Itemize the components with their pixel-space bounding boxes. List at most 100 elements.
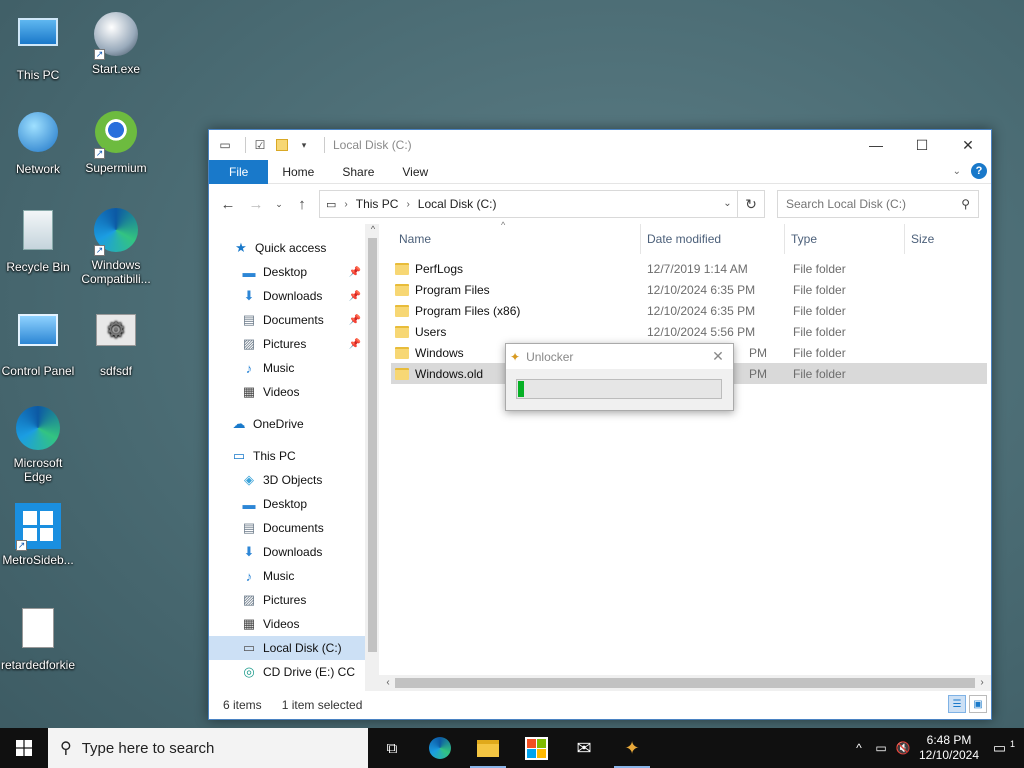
network-icon	[14, 112, 62, 160]
tab-view[interactable]: View	[388, 160, 442, 184]
nav-item-3d-objects[interactable]: ◈ 3D Objects	[209, 468, 365, 492]
refresh-icon[interactable]: ↻	[738, 196, 764, 213]
scroll-up-icon[interactable]: ^	[366, 224, 380, 234]
address-bar[interactable]: ▭ › This PC › Local Disk (C:) ⌄ ↻	[319, 190, 765, 218]
nav-item-downloads[interactable]: ⬇ Downloads	[209, 540, 365, 564]
desktop-icon-retardedforkie[interactable]: retardedforkie	[0, 604, 76, 672]
close-button[interactable]: ✕	[945, 130, 991, 160]
scroll-left-icon[interactable]: ‹	[381, 675, 395, 691]
column-date-modified[interactable]: Date modified	[641, 224, 785, 254]
pin-icon[interactable]: 📌	[349, 267, 361, 278]
title-bar[interactable]: ▭ ☑ ▾ Local Disk (C:) — ☐ ✕	[209, 130, 991, 160]
horizontal-scrollbar[interactable]: ‹ ›	[379, 675, 991, 691]
search-input[interactable]	[786, 197, 962, 211]
tab-home[interactable]: Home	[268, 160, 328, 184]
forward-button[interactable]: →	[245, 193, 267, 215]
task-view-button[interactable]: ⧉	[368, 728, 416, 768]
desktop-icon-sdfsdf[interactable]: ⚙ sdfsdf	[78, 306, 154, 378]
shortcut-arrow-icon: ↗	[94, 245, 105, 256]
nav-item-desktop[interactable]: ▬ Desktop 📌	[209, 260, 365, 284]
nav-item-documents[interactable]: ▤ Documents 📌	[209, 308, 365, 332]
file-explorer-taskbar-button[interactable]	[464, 728, 512, 768]
nav-item-downloads[interactable]: ⬇ Downloads 📌	[209, 284, 365, 308]
store-taskbar-button[interactable]	[512, 728, 560, 768]
file-name: Windows	[415, 345, 464, 360]
tab-file[interactable]: File	[209, 159, 269, 184]
nav-quick-access[interactable]: ★ Quick access	[209, 236, 365, 260]
desktop-icon: ▬	[242, 496, 256, 512]
desktop-icon-windows-compatibili[interactable]: ↗ Windows Compatibili...	[78, 206, 154, 286]
column-size[interactable]: Size	[905, 224, 985, 254]
music-icon: ♪	[245, 360, 253, 376]
desktop-icon-recycle-bin[interactable]: Recycle Bin	[0, 206, 76, 274]
nav-item-desktop[interactable]: ▬ Desktop	[209, 492, 365, 516]
desktop-icon-control-panel[interactable]: Control Panel	[0, 306, 76, 378]
nav-item-local-disk-c[interactable]: ▭ Local Disk (C:)	[209, 636, 365, 660]
maximize-button[interactable]: ☐	[899, 130, 945, 160]
desktop-icon-network[interactable]: Network	[0, 108, 76, 176]
nav-this-pc[interactable]: ▭ This PC	[209, 444, 365, 468]
file-row[interactable]: Program Files (x86) 12/10/2024 6:35 PM Fil…	[391, 300, 987, 321]
desktop-icon-supermium[interactable]: ↗ Supermium	[78, 108, 154, 175]
file-row[interactable]: Users 12/10/2024 5:56 PM File folder	[391, 321, 987, 342]
help-icon[interactable]: ?	[971, 163, 987, 179]
pin-icon[interactable]: 📌	[349, 291, 361, 302]
breadcrumb-local-disk[interactable]: Local Disk (C:)	[412, 197, 503, 211]
cd-drive-icon: ◎	[243, 664, 255, 679]
desktop-icon-start-exe[interactable]: ↗ Start.exe	[78, 10, 154, 76]
large-icons-view-icon[interactable]: ▣	[969, 695, 987, 713]
desktop-icon-metrosideb[interactable]: ↗ MetroSideb...	[0, 502, 76, 567]
nav-item-videos[interactable]: ▦ Videos	[209, 612, 365, 636]
nav-item-pictures[interactable]: ▨ Pictures	[209, 588, 365, 612]
nav-item-pictures[interactable]: ▨ Pictures 📌	[209, 332, 365, 356]
breadcrumb-this-pc[interactable]: This PC	[350, 197, 405, 211]
show-hidden-icons-icon[interactable]: ^	[848, 741, 870, 755]
column-name[interactable]: Name	[379, 224, 641, 254]
nav-item-music[interactable]: ♪ Music	[209, 564, 365, 588]
nav-onedrive[interactable]: ☁ OneDrive	[209, 412, 365, 436]
expand-ribbon-icon[interactable]: ⌄	[953, 166, 961, 177]
nav-item-cd-drive-e-cc[interactable]: ◎ CD Drive (E:) CC	[209, 660, 365, 684]
file-row[interactable]: Program Files 12/10/2024 6:35 PM File fold…	[391, 279, 987, 300]
desktop-icon-microsoft-edge[interactable]: Microsoft Edge	[0, 404, 76, 484]
clock[interactable]: 6:48 PM 12/10/2024	[914, 733, 984, 763]
desktop-icon-this-pc[interactable]: This PC	[0, 10, 76, 82]
tab-share[interactable]: Share	[328, 160, 388, 184]
volume-muted-icon[interactable]: 🔇	[892, 741, 914, 755]
back-button[interactable]: ←	[217, 193, 239, 215]
start-button[interactable]	[0, 728, 48, 768]
mail-taskbar-button[interactable]: ✉	[560, 728, 608, 768]
taskbar-search-placeholder: Type here to search	[81, 739, 215, 757]
nav-item-music[interactable]: ♪ Music	[209, 356, 365, 380]
column-type[interactable]: Type	[785, 224, 905, 254]
minimize-button[interactable]: —	[853, 130, 899, 160]
search-box[interactable]: ⚲	[777, 190, 979, 218]
unlocker-taskbar-button[interactable]: ✦	[608, 728, 656, 768]
dialog-close-button[interactable]: ✕	[703, 348, 733, 365]
network-tray-icon[interactable]: ▭	[870, 741, 892, 755]
navigation-pane: ★ Quick access ▬ Desktop 📌 ⬇ Downloads 📌 ▤ Docu…	[209, 224, 365, 691]
properties-icon[interactable]: ☑	[252, 138, 268, 152]
nav-scrollbar[interactable]: ^	[365, 224, 379, 691]
pin-icon[interactable]: 📌	[349, 315, 361, 326]
up-button[interactable]: ↑	[291, 193, 313, 215]
file-row[interactable]: PerfLogs 12/7/2019 1:14 AM File folder	[391, 258, 987, 279]
nav-item-documents[interactable]: ▤ Documents	[209, 516, 365, 540]
desktop-icon: ▬	[242, 264, 256, 280]
recent-locations-icon[interactable]: ⌄	[273, 193, 285, 215]
desktop-icon-label: Network	[15, 162, 60, 176]
details-view-icon[interactable]: ☰	[948, 695, 966, 713]
address-dropdown-icon[interactable]: ⌄	[718, 191, 738, 217]
new-folder-icon[interactable]	[274, 138, 290, 152]
pin-icon[interactable]: 📌	[349, 339, 361, 350]
settings-file-icon: ⚙	[92, 314, 140, 362]
scroll-right-icon[interactable]: ›	[975, 675, 989, 691]
recycle-bin-icon	[14, 210, 62, 258]
action-center-button[interactable]: ▭ 1	[984, 739, 1024, 757]
nav-item-videos[interactable]: ▦ Videos	[209, 380, 365, 404]
quick-access-toolbar-dropdown-icon[interactable]: ▾	[296, 138, 312, 152]
edge-taskbar-button[interactable]	[416, 728, 464, 768]
this-pc-icon	[14, 18, 62, 66]
file-date: 12/10/2024 5:56 PM	[647, 324, 756, 339]
taskbar-search[interactable]: ⚲ Type here to search	[48, 728, 368, 768]
